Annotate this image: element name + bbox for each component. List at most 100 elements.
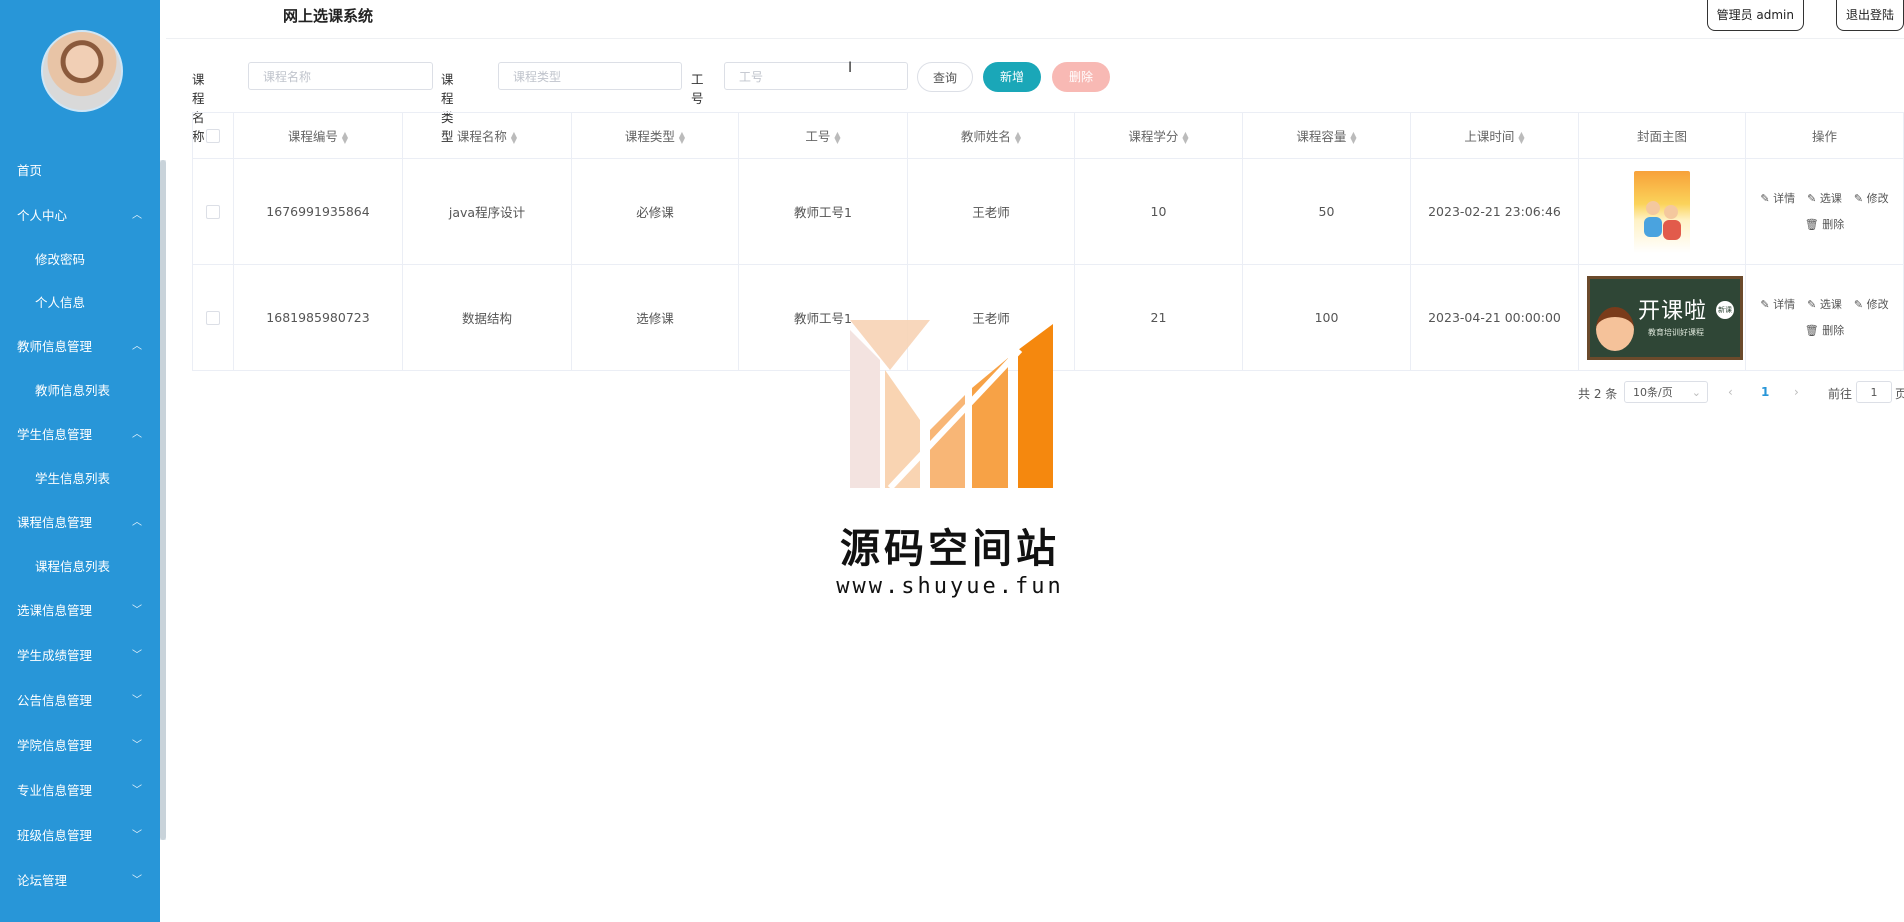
cover-badge: 新课 <box>1716 300 1734 319</box>
sort-icon[interactable]: ▲ ▼ <box>679 130 685 144</box>
cell-cover <box>1578 158 1746 265</box>
column-header[interactable]: 教师姓名 ▲ ▼ <box>907 112 1075 159</box>
sort-icon[interactable]: ▲ ▼ <box>1182 130 1188 144</box>
column-header[interactable]: 上课时间 ▲ ▼ <box>1410 112 1579 159</box>
column-header[interactable]: 课程编号 ▲ ▼ <box>233 112 403 159</box>
cover-text: 开课啦 <box>1638 298 1708 324</box>
current-page[interactable]: 1 <box>1761 385 1769 399</box>
sidebar-item[interactable]: 学生信息列表 <box>0 457 160 500</box>
sidebar-item[interactable]: 学生信息管理 ︿ <box>0 412 160 457</box>
sort-icon[interactable]: ▲ ▼ <box>511 130 517 144</box>
delete-button[interactable]: 删除 <box>1052 62 1110 92</box>
column-header[interactable]: 课程学分 ▲ ▼ <box>1074 112 1243 159</box>
sidebar: 首页个人中心 ︿ 修改密码个人信息教师信息管理 ︿ 教师信息列表学生信息管理 ︿ 学生信息列… <box>0 0 160 922</box>
edit-link[interactable]: ✎ 修改 <box>1854 192 1889 205</box>
cell-staff-no: 教师工号1 <box>738 158 908 265</box>
page-size-select[interactable]: 10条/页 ⌄ <box>1624 381 1708 403</box>
prev-page-icon[interactable]: ‹ <box>1728 385 1733 399</box>
select-course-link[interactable]: ✎ 选课 <box>1807 298 1842 311</box>
cover-image[interactable] <box>1634 170 1690 253</box>
detail-link[interactable]: ✎ 详情 <box>1760 298 1795 311</box>
row-delete-link[interactable]: 🗑 删除 <box>1805 218 1844 231</box>
course-name-input[interactable]: 课程名称 <box>248 62 433 90</box>
sidebar-item[interactable]: 教师信息管理 ︿ <box>0 324 160 369</box>
sidebar-item[interactable]: 课程信息列表 <box>0 545 160 588</box>
sidebar-item[interactable]: 个人信息 <box>0 281 160 324</box>
row-select-cell <box>192 264 234 371</box>
sidebar-item-label: 教师信息列表 <box>35 383 111 398</box>
watermark-url: www.shuyue.fun <box>836 574 1064 599</box>
table-header-row: 课程编号 ▲ ▼ 课程名称 ▲ ▼ 课程类型 ▲ ▼ 工号 ▲ ▼ 教师姓名 ▲ ▼ 课程学分 ▲ ▼ … <box>192 112 1904 159</box>
chevron-up-icon: ︿ <box>132 341 142 352</box>
select-course-link[interactable]: ✎ 选课 <box>1807 192 1842 205</box>
avatar[interactable] <box>41 30 123 112</box>
staff-no-label: 工号 <box>691 72 704 106</box>
select-all-checkbox[interactable] <box>206 129 220 144</box>
cover-image[interactable]: 开课啦 新课 教育培训好课程 <box>1587 275 1743 360</box>
next-page-icon[interactable]: › <box>1794 385 1799 399</box>
logout-button[interactable]: 退出登陆 <box>1835 0 1904 31</box>
sidebar-item[interactable]: 学生成绩管理 ﹀ <box>0 633 160 678</box>
column-header[interactable]: 课程类型 ▲ ▼ <box>571 112 739 159</box>
sidebar-item[interactable]: 选课信息管理 ﹀ <box>0 588 160 633</box>
cover-figure <box>1596 306 1634 351</box>
column-header[interactable]: 课程名称 ▲ ▼ <box>402 112 572 159</box>
column-header: 封面主图 <box>1578 112 1746 159</box>
sidebar-item[interactable]: 个人中心 ︿ <box>0 193 160 238</box>
sidebar-item[interactable]: 教师信息列表 <box>0 369 160 412</box>
course-type-input[interactable]: 课程类型 <box>498 62 682 90</box>
cell-actions: ✎ 详情 ✎ 选课 ✎ 修改 🗑 删除 <box>1745 264 1904 371</box>
chevron-up-icon: ︿ <box>132 429 142 440</box>
watermark-logo <box>850 320 1053 491</box>
goto-page-input[interactable]: 1 <box>1856 381 1892 403</box>
column-header[interactable]: 课程容量 ▲ ▼ <box>1242 112 1411 159</box>
chevron-down-icon: ﹀ <box>132 650 142 661</box>
chevron-up-icon: ︿ <box>132 210 142 221</box>
cell-course-name: java程序设计 <box>402 158 572 265</box>
staff-no-input[interactable]: 工号 <box>724 62 908 90</box>
sidebar-item[interactable]: 公告信息管理 ﹀ <box>0 678 160 723</box>
chevron-down-icon: ﹀ <box>132 875 142 886</box>
pagination-total: 共 2 条 <box>1578 387 1618 401</box>
add-button[interactable]: 新增 <box>983 62 1041 92</box>
sidebar-item[interactable]: 学院信息管理 ﹀ <box>0 723 160 768</box>
sidebar-item[interactable]: 论坛管理 ﹀ <box>0 858 160 903</box>
goto-label: 前往 <box>1828 387 1853 401</box>
sidebar-item-label: 论坛管理 <box>17 873 68 888</box>
admin-button[interactable]: 管理员 admin <box>1706 0 1804 31</box>
sidebar-item[interactable]: 专业信息管理 ﹀ <box>0 768 160 813</box>
sidebar-item[interactable]: 课程信息管理 ︿ <box>0 500 160 545</box>
sort-icon[interactable]: ▲ ▼ <box>342 130 348 144</box>
sort-icon[interactable]: ▲ ▼ <box>834 130 840 144</box>
detail-link[interactable]: ✎ 详情 <box>1760 192 1795 205</box>
cell-course-name: 数据结构 <box>402 264 572 371</box>
cell-class-time: 2023-04-21 00:00:00 <box>1410 264 1579 371</box>
sidebar-item-label: 选课信息管理 <box>17 603 93 618</box>
sidebar-item[interactable]: 修改密码 <box>0 238 160 281</box>
query-button[interactable]: 查询 <box>917 62 973 92</box>
cover-figure <box>1644 216 1662 237</box>
sidebar-item[interactable]: 班级信息管理 ﹀ <box>0 813 160 858</box>
row-checkbox[interactable] <box>206 205 220 220</box>
sidebar-item-label: 学生信息列表 <box>35 471 111 486</box>
app-title: 网上选课系统 <box>283 7 374 25</box>
row-delete-link[interactable]: 🗑 删除 <box>1805 324 1844 337</box>
sidebar-item-label: 个人信息 <box>35 295 86 310</box>
row-checkbox[interactable] <box>206 311 220 326</box>
sort-icon[interactable]: ▲ ▼ <box>1518 130 1524 144</box>
sidebar-item-label: 课程信息列表 <box>35 559 111 574</box>
sidebar-scrollbar[interactable] <box>160 160 166 840</box>
sort-icon[interactable]: ▲ ▼ <box>1350 130 1356 144</box>
sidebar-item-label: 班级信息管理 <box>17 828 93 843</box>
sidebar-scrollbar-thumb[interactable] <box>160 160 166 840</box>
edit-link[interactable]: ✎ 修改 <box>1854 298 1889 311</box>
chevron-down-icon: ﹀ <box>132 830 142 841</box>
column-header[interactable]: 工号 ▲ ▼ <box>738 112 908 159</box>
sort-icon[interactable]: ▲ ▼ <box>1015 130 1021 144</box>
sidebar-item-label: 个人中心 <box>17 208 68 223</box>
top-header: 网上选课系统 管理员 admin 退出登陆 <box>166 0 1904 39</box>
cover-subtext: 教育培训好课程 <box>1648 327 1704 337</box>
chevron-down-icon: ﹀ <box>132 785 142 796</box>
sidebar-item-label: 学生信息管理 <box>17 427 93 442</box>
sidebar-item[interactable]: 首页 <box>0 148 160 193</box>
